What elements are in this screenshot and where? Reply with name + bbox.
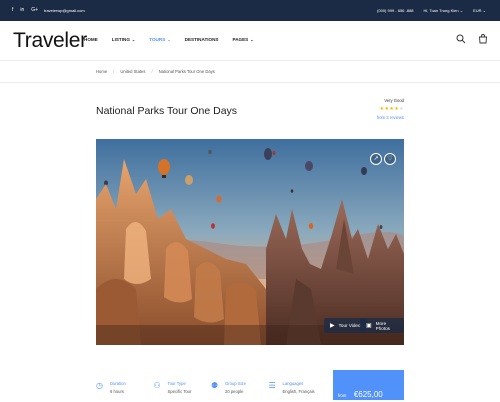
nav-item-label: HOME xyxy=(84,37,98,42)
nav-item-pages[interactable]: PAGES ⌄ xyxy=(232,37,253,42)
main-navigation: Traveler HOME LISTING ⌄ TOURS ⌄ DESTINATIO… xyxy=(0,21,500,61)
currency-select[interactable]: EUR ⌄ xyxy=(473,8,486,13)
star-empty-icon: ★ xyxy=(399,106,404,112)
breadcrumb-separator: / xyxy=(113,69,115,74)
rating-label: Very Good xyxy=(384,98,404,103)
user-greeting-label: Hi, Toan Trung Kien xyxy=(423,8,459,13)
nav-item-label: PAGES xyxy=(232,37,249,42)
chevron-down-icon: ⌄ xyxy=(459,8,464,13)
star-rating: ★★★★★ xyxy=(377,106,404,112)
breadcrumb-home[interactable]: Home xyxy=(96,69,107,74)
group-icon: ⚉ xyxy=(211,381,219,390)
nav-item-destinations[interactable]: DESTINATIONS xyxy=(185,37,219,42)
hero-image: ↗ ♡ ▶ Tour Video ▣ More Photos xyxy=(96,139,404,345)
site-logo[interactable]: Traveler xyxy=(13,29,87,53)
nav-item-label: TOURS xyxy=(149,37,166,42)
info-value: Specific Tour xyxy=(167,389,192,394)
clock-icon: ◷ xyxy=(96,381,103,390)
video-icon: ▶ xyxy=(330,323,335,329)
tour-info-bar: ◷ Duration 6 hours ⚇ Tour Type Specific … xyxy=(96,370,326,400)
reviews-link[interactable]: from 3 reviews xyxy=(377,115,404,120)
nav-item-tours[interactable]: TOURS ⌄ xyxy=(149,37,170,42)
tour-type-icon: ⚇ xyxy=(153,381,161,390)
info-label: Group Size xyxy=(225,381,246,386)
main-menu: HOME LISTING ⌄ TOURS ⌄ DESTINATIONS PAGES ⌄ xyxy=(84,37,254,42)
contact-email[interactable]: travelerwp@gmail.com xyxy=(44,8,85,13)
nav-item-label: DESTINATIONS xyxy=(184,37,219,42)
info-value: 20 people xyxy=(225,389,244,394)
search-icon[interactable] xyxy=(456,34,466,47)
info-group-size: ⚉ Group Size 20 people xyxy=(211,370,269,400)
tour-title: National Parks Tour One Days xyxy=(96,105,238,117)
top-bar: f in G+ travelerwp@gmail.com (000) 999 -… xyxy=(0,0,500,21)
price-box: from €625,00 xyxy=(333,370,404,400)
chevron-down-icon: ⌄ xyxy=(167,37,171,42)
photos-icon: ▣ xyxy=(366,323,372,329)
info-tour-type: ⚇ Tour Type Specific Tour xyxy=(154,370,212,400)
facebook-icon[interactable]: f xyxy=(12,7,13,13)
currency-label: EUR xyxy=(473,8,482,13)
contact-phone: (000) 999 - 656 -888 xyxy=(377,8,414,13)
google-plus-icon[interactable]: G+ xyxy=(31,7,38,13)
info-label: Tour Type xyxy=(167,381,186,386)
chevron-down-icon: ⌄ xyxy=(482,8,486,13)
info-label: Duration xyxy=(110,381,126,386)
cappadocia-landscape-image xyxy=(96,139,404,345)
user-greeting[interactable]: Hi, Toan Trung Kien ⌄ xyxy=(424,8,464,13)
linkedin-icon[interactable]: in xyxy=(20,7,24,13)
price-prefix: from xyxy=(338,393,347,398)
social-links: f in G+ xyxy=(12,7,38,13)
info-duration: ◷ Duration 6 hours xyxy=(96,370,154,400)
price-amount: €625,00 xyxy=(353,390,383,399)
chevron-down-icon: ⌄ xyxy=(250,37,254,42)
info-value: 6 hours xyxy=(110,389,124,394)
heart-icon: ♡ xyxy=(387,156,393,162)
tour-rating: Very Good ★★★★★ from 3 reviews xyxy=(377,98,404,120)
wishlist-button[interactable]: ♡ xyxy=(384,153,396,165)
language-icon: ☰ xyxy=(268,381,276,390)
info-label: Languages xyxy=(282,381,304,386)
cart-icon[interactable] xyxy=(478,34,488,47)
share-button[interactable]: ↗ xyxy=(370,153,382,165)
breadcrumb-current: National Parks Tour One Days xyxy=(158,69,215,74)
breadcrumb-separator: / xyxy=(151,69,153,74)
breadcrumb-country[interactable]: United States xyxy=(120,69,145,74)
more-photos-label: More Photos xyxy=(375,320,390,331)
info-value: English, Français xyxy=(282,389,315,394)
chevron-down-icon: ⌄ xyxy=(131,37,136,42)
nav-item-home[interactable]: HOME xyxy=(84,37,98,42)
more-photos-button[interactable]: ▣ More Photos xyxy=(360,318,404,333)
info-languages: ☰ Languages English, Français xyxy=(269,370,327,400)
share-icon: ↗ xyxy=(373,156,379,162)
breadcrumb: Home / United States / National Parks To… xyxy=(96,69,215,74)
breadcrumb-bar: Home / United States / National Parks To… xyxy=(0,61,500,83)
nav-item-label: LISTING xyxy=(111,37,130,42)
nav-item-listing[interactable]: LISTING ⌄ xyxy=(112,37,135,42)
tour-video-label: Tour Video xyxy=(338,323,361,328)
